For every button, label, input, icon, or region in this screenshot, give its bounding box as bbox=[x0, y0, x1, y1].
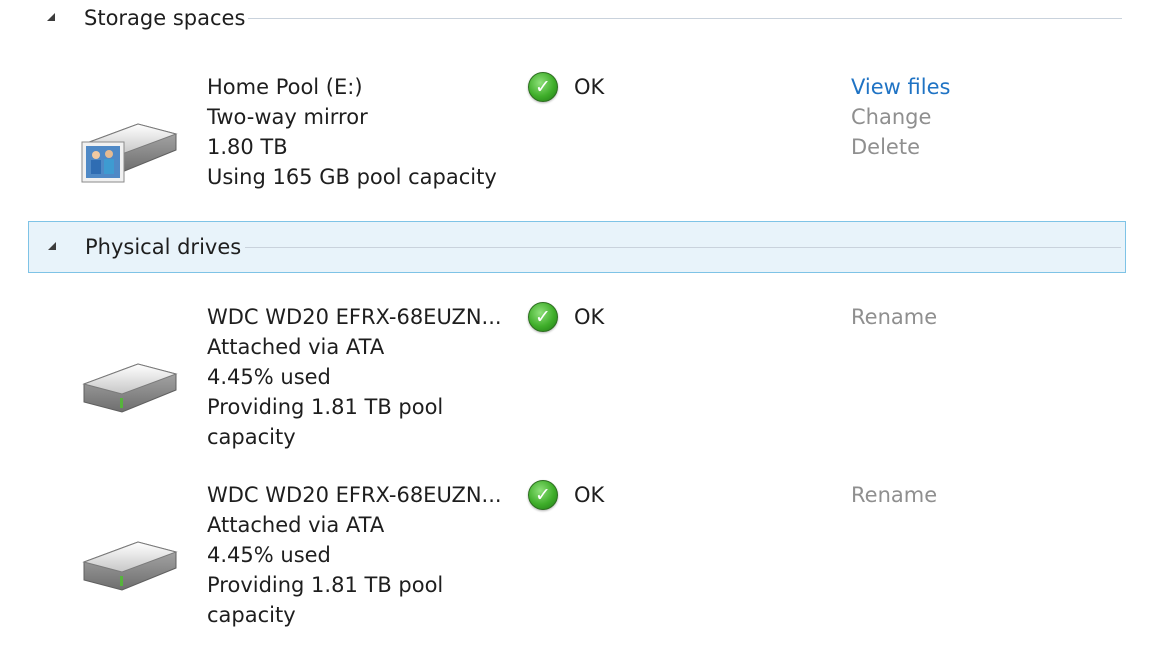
drive-actions: Rename bbox=[851, 302, 937, 332]
section-title-storage-spaces: Storage spaces bbox=[84, 6, 246, 30]
status-label: OK bbox=[574, 483, 605, 507]
green-check-icon: ✓ bbox=[528, 480, 558, 510]
hard-drive-icon bbox=[82, 541, 178, 591]
drive-used: 4.45% used bbox=[207, 543, 331, 567]
collapse-triangle-icon[interactable] bbox=[48, 242, 56, 250]
rename-link[interactable]: Rename bbox=[851, 480, 937, 510]
status-label: OK bbox=[574, 75, 605, 99]
delete-link[interactable]: Delete bbox=[851, 132, 950, 162]
storage-space-size: 1.80 TB bbox=[207, 135, 288, 159]
drive-details: WDC WD20 EFRX-68EUZN... Attached via ATA… bbox=[207, 480, 502, 630]
drive-status: ✓ OK bbox=[528, 302, 604, 332]
status-label: OK bbox=[574, 305, 605, 329]
storage-space-usage: Using 165 GB pool capacity bbox=[207, 165, 497, 189]
storage-space-actions: View files Change Delete bbox=[851, 72, 950, 162]
storage-space-status: ✓ OK bbox=[528, 72, 604, 102]
storage-space-drive-icon bbox=[81, 123, 178, 183]
drive-connection: Attached via ATA bbox=[207, 513, 385, 537]
rename-link[interactable]: Rename bbox=[851, 302, 937, 332]
green-check-icon: ✓ bbox=[528, 302, 558, 332]
drive-status: ✓ OK bbox=[528, 480, 604, 510]
change-link[interactable]: Change bbox=[851, 102, 950, 132]
drive-providing-cont: capacity bbox=[207, 425, 296, 449]
storage-space-resiliency: Two-way mirror bbox=[207, 105, 368, 129]
drive-connection: Attached via ATA bbox=[207, 335, 385, 359]
physical-drives-header[interactable]: Physical drives bbox=[28, 221, 1126, 273]
drive-details: WDC WD20 EFRX-68EUZN... Attached via ATA… bbox=[207, 302, 502, 452]
storage-spaces-header[interactable]: Storage spaces bbox=[28, 0, 1126, 44]
drive-providing: Providing 1.81 TB pool bbox=[207, 573, 444, 597]
section-divider bbox=[248, 18, 1122, 19]
hard-drive-icon bbox=[82, 363, 178, 413]
drive-providing-cont: capacity bbox=[207, 603, 296, 627]
collapse-triangle-icon[interactable] bbox=[47, 13, 55, 21]
view-files-link[interactable]: View files bbox=[851, 72, 950, 102]
storage-space-details: Home Pool (E:) Two-way mirror 1.80 TB Us… bbox=[207, 72, 497, 192]
green-check-icon: ✓ bbox=[528, 72, 558, 102]
section-title-physical-drives: Physical drives bbox=[85, 235, 242, 259]
drive-name: WDC WD20 EFRX-68EUZN... bbox=[207, 483, 502, 507]
drive-providing: Providing 1.81 TB pool bbox=[207, 395, 444, 419]
storage-space-name: Home Pool (E:) bbox=[207, 75, 363, 99]
section-divider bbox=[245, 247, 1121, 248]
drive-name: WDC WD20 EFRX-68EUZN... bbox=[207, 305, 502, 329]
drive-actions: Rename bbox=[851, 480, 937, 510]
drive-used: 4.45% used bbox=[207, 365, 331, 389]
